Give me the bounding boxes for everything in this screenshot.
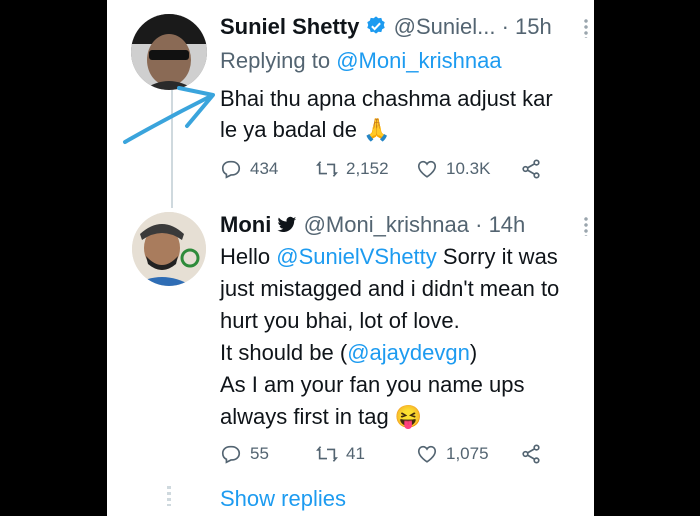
retweet-icon	[316, 446, 338, 462]
tweet1-replying-to: Replying to @Moni_krishnaa	[220, 48, 502, 74]
verified-badge-icon	[365, 15, 387, 43]
retweet-icon	[316, 161, 338, 177]
like-icon	[417, 445, 437, 463]
reply-icon	[221, 160, 241, 179]
tweet2-text-1a: Hello	[220, 244, 277, 269]
twitter-bird-icon	[277, 214, 297, 240]
mention-link-suniel[interactable]: @SunielVShetty	[276, 244, 437, 269]
tweet2-text-line-4: It should be (@ajaydevgn)	[220, 340, 477, 366]
show-replies-link[interactable]: Show replies	[220, 486, 346, 512]
tweet2-text-4b: )	[469, 340, 478, 365]
tweet2-actions: 55 41 1,075	[220, 443, 560, 469]
reply-icon	[221, 445, 241, 464]
tweet2-author-name[interactable]: Moni	[220, 212, 271, 237]
tweet2-header: Moni @Moni_krishnaa · 14h	[220, 212, 525, 240]
tweet2-text-line-2: just mistagged and i didn't mean to	[220, 276, 560, 301]
tweet2-handle[interactable]: @Moni_krishnaa	[304, 212, 469, 237]
share-button[interactable]	[520, 443, 542, 465]
more-icon[interactable]	[584, 216, 588, 236]
tweet1-actions: 434 2,152 10.3K	[220, 158, 560, 184]
retweet-button[interactable]: 41	[316, 443, 365, 465]
share-icon	[522, 444, 540, 464]
replying-to-label: Replying to	[220, 48, 337, 73]
thread-dots-connector	[167, 486, 171, 506]
tweet2-text-4a: It should be (	[220, 340, 348, 365]
tweet1-header: Suniel Shetty @Suniel... · 15h	[220, 14, 552, 43]
reply-count: 55	[250, 444, 269, 463]
tweet2-text-line-6: always first in tag 😝	[220, 404, 423, 429]
tweet1-handle[interactable]: @Suniel...	[394, 14, 496, 39]
tweet-thread-card: Suniel Shetty @Suniel... · 15h Replying …	[107, 0, 594, 516]
tweet1-time[interactable]: · 15h	[502, 14, 552, 39]
reply-button[interactable]: 434	[220, 158, 278, 180]
share-button[interactable]	[520, 158, 542, 180]
more-icon[interactable]	[584, 18, 588, 38]
tweet2-text-line-1: Hello @SunielVShetty Sorry it was	[220, 244, 558, 270]
tweet1-text-line-1: Bhai thu apna chashma adjust kar	[220, 86, 553, 111]
avatar-moni[interactable]	[132, 212, 206, 286]
retweet-count: 2,152	[346, 159, 389, 178]
tweet1-text-line-2: le ya badal de 🙏	[220, 117, 391, 142]
reply-count: 434	[250, 159, 279, 178]
replying-to-handle-link[interactable]: @Moni_krishnaa	[336, 48, 501, 73]
tweet2-text-line-5: As I am your fan you name ups	[220, 372, 525, 397]
like-icon	[417, 160, 437, 178]
retweet-button[interactable]: 2,152	[316, 158, 389, 180]
retweet-count: 41	[346, 444, 365, 463]
tweet2-text-line-3: hurt you bhai, lot of love.	[220, 308, 460, 333]
like-button[interactable]: 10.3K	[416, 158, 490, 180]
like-count: 10.3K	[446, 159, 491, 178]
tweet2-time[interactable]: · 14h	[475, 212, 525, 237]
like-count: 1,075	[446, 444, 489, 463]
tweet2-text-1b: Sorry it was	[436, 244, 558, 269]
mention-link-ajaydevgn[interactable]: @ajaydevgn	[347, 340, 470, 365]
annotation-arrow-icon	[123, 86, 215, 144]
reply-button[interactable]: 55	[220, 443, 269, 465]
share-icon	[522, 159, 540, 179]
tweet1-author-name[interactable]: Suniel Shetty	[220, 14, 359, 39]
like-button[interactable]: 1,075	[416, 443, 489, 465]
